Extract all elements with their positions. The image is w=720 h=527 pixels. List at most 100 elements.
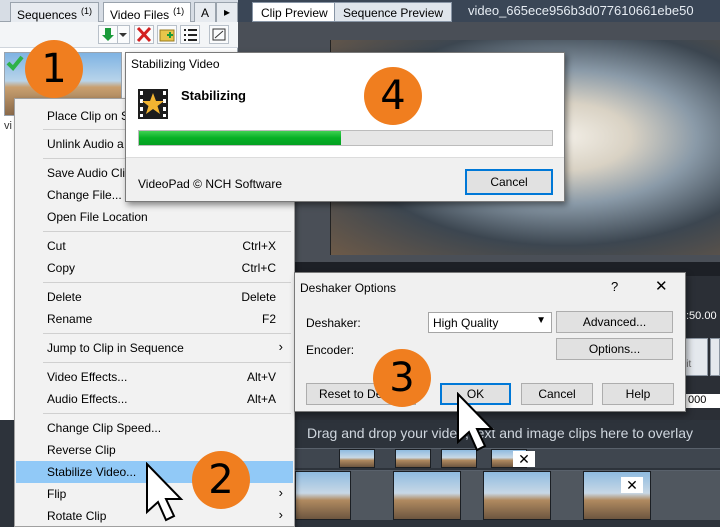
chevron-down-icon	[119, 33, 127, 37]
menu-shortcut: Delete	[241, 290, 276, 304]
menu-item-label: Place Clip on S	[47, 109, 130, 123]
tab-video-files-count: (1)	[173, 6, 185, 16]
chevron-right-icon: ›	[278, 485, 283, 500]
stabilizing-heading: Stabilizing	[181, 88, 246, 103]
tab-scroll-right-button[interactable]: ▸	[216, 2, 238, 22]
menu-item-label: Change Clip Speed...	[47, 421, 162, 435]
menu-item-label: Audio Effects...	[47, 392, 128, 406]
options-button[interactable]: Options...	[556, 338, 673, 360]
track-clip[interactable]	[295, 471, 351, 520]
menu-separator	[43, 362, 291, 363]
menu-item-reverse-clip[interactable]: Reverse Clip	[16, 439, 293, 461]
menu-item-clip-speed[interactable]: Change Clip Speed...	[16, 417, 293, 439]
menu-item-label: Video Effects...	[47, 370, 128, 384]
encoder-label: Encoder:	[306, 343, 355, 357]
tab-video-files[interactable]: Video Files (1)	[103, 2, 192, 23]
import-button[interactable]	[98, 25, 118, 44]
menu-item-label: Delete	[47, 290, 82, 304]
track-clip[interactable]	[395, 449, 431, 468]
side-tool-button[interactable]	[710, 338, 720, 376]
chevron-right-icon: ›	[278, 339, 283, 354]
step-badge-4: 4	[364, 67, 422, 125]
tab-sequences[interactable]: Sequences (1)	[10, 2, 100, 22]
step-badge-2: 2	[192, 451, 250, 509]
menu-separator	[43, 282, 291, 283]
tab-sequence-preview-label: Sequence Preview	[343, 6, 444, 20]
import-dropdown-button[interactable]	[118, 25, 130, 44]
download-icon	[102, 28, 114, 41]
deshaker-select[interactable]: High Quality ▼	[428, 312, 552, 333]
deshaker-label: Deshaker:	[306, 316, 361, 330]
menu-item-label: Open File Location	[47, 210, 148, 224]
track-clip[interactable]	[339, 449, 375, 468]
menu-item-audio-effects[interactable]: Audio Effects... Alt+A	[16, 388, 293, 410]
chevron-right-icon: ›	[278, 507, 283, 522]
step-badge-3: 3	[373, 349, 431, 407]
menu-item-label: Cut	[47, 239, 66, 253]
resize-icon	[212, 28, 226, 41]
menu-item-label: Stabilize Video...	[47, 465, 137, 479]
menu-item-label: Unlink Audio a	[47, 137, 124, 151]
menu-shortcut: F2	[261, 312, 276, 326]
menu-item-label: Rename	[47, 312, 93, 326]
tab-video-files-label: Video Files	[110, 8, 170, 22]
menu-separator	[43, 333, 291, 334]
video-track-2[interactable]: ✕	[295, 470, 720, 520]
chevron-right-icon: ▸	[224, 5, 231, 19]
tab-audio-files[interactable]: A	[194, 2, 216, 22]
menu-item-jump-to-clip[interactable]: Jump to Clip in Sequence ›	[16, 337, 293, 359]
tab-sequences-label: Sequences	[17, 8, 78, 22]
help-button[interactable]: Help	[602, 383, 674, 405]
track-clip[interactable]	[483, 471, 551, 520]
transition-icon[interactable]: ✕	[513, 451, 535, 467]
tab-sequences-count: (1)	[81, 6, 93, 16]
track-clip[interactable]	[393, 471, 461, 520]
dialog-title: Deshaker Options	[300, 281, 397, 295]
progress-bar	[138, 130, 553, 146]
tab-clip-preview-label: Clip Preview	[261, 6, 328, 20]
menu-shortcut: Ctrl+X	[242, 239, 276, 253]
credit-text: VideoPad © NCH Software	[138, 177, 283, 191]
cancel-button[interactable]: Cancel	[521, 383, 593, 405]
video-track-1[interactable]: ✕	[295, 448, 720, 468]
star-icon	[138, 89, 168, 119]
menu-item-cut[interactable]: Cut Ctrl+X	[16, 235, 293, 257]
deshaker-value: High Quality	[433, 316, 499, 330]
dialog-title: Stabilizing Video	[131, 57, 220, 71]
stabilizing-dialog: Stabilizing Video Stabilizing VideoPad ©…	[125, 52, 565, 202]
list-view-button[interactable]	[180, 25, 200, 44]
pointer-cursor-icon	[457, 392, 495, 452]
menu-item-label: Change File...	[47, 188, 122, 202]
video-title: video_665ece956b3d077610661ebe50	[468, 3, 694, 18]
time-input[interactable]: 000	[686, 394, 720, 408]
menu-item-label: Save Audio Clip	[47, 166, 132, 180]
cancel-button[interactable]: Cancel	[465, 169, 553, 195]
bin-toolbar	[0, 22, 238, 48]
clip-label: vi	[4, 120, 12, 132]
menu-shortcut: Alt+V	[246, 370, 276, 384]
menu-item-video-effects[interactable]: Video Effects... Alt+V	[16, 366, 293, 388]
advanced-button[interactable]: Advanced...	[556, 311, 673, 333]
help-icon[interactable]: ?	[611, 279, 618, 294]
add-folder-icon	[159, 29, 175, 42]
menu-item-label: Rotate Clip	[47, 509, 107, 523]
menu-item-label: Flip	[47, 487, 67, 501]
menu-shortcut: Alt+A	[246, 392, 276, 406]
menu-item-copy[interactable]: Copy Ctrl+C	[16, 257, 293, 279]
close-icon[interactable]: ✕	[655, 277, 668, 295]
tab-clip-preview[interactable]: Clip Preview	[252, 2, 337, 22]
bin-options-button[interactable]	[209, 25, 229, 44]
tab-sequence-preview[interactable]: Sequence Preview	[334, 2, 453, 22]
menu-item-open-location[interactable]: Open File Location	[16, 206, 293, 228]
new-folder-button[interactable]	[157, 25, 177, 44]
pointer-cursor-icon	[146, 462, 184, 522]
remove-button[interactable]	[134, 25, 154, 44]
transition-icon[interactable]: ✕	[621, 477, 643, 493]
menu-item-rename[interactable]: Rename F2	[16, 308, 293, 330]
chevron-down-icon: ▼	[536, 315, 546, 326]
menu-item-delete[interactable]: Delete Delete	[16, 286, 293, 308]
menu-shortcut: Ctrl+C	[241, 261, 276, 275]
delete-x-icon	[136, 26, 152, 43]
menu-separator	[43, 413, 291, 414]
menu-item-label: Reverse Clip	[47, 443, 116, 457]
